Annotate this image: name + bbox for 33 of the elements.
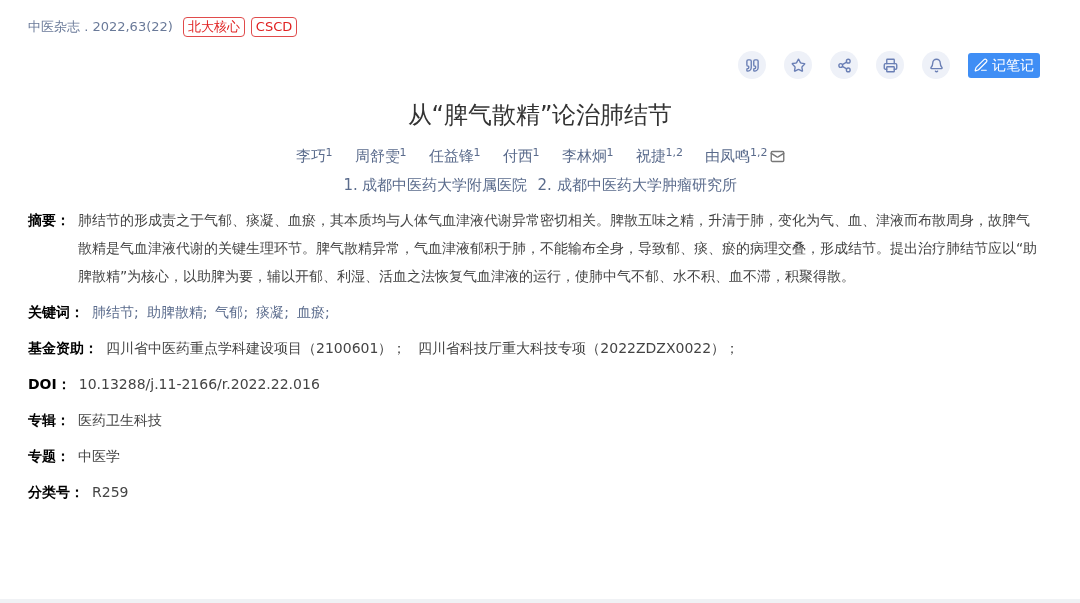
field-label: 基金资助： — [28, 339, 98, 358]
note-button[interactable]: 记笔记 — [968, 52, 1040, 78]
keyword-link[interactable]: 助脾散精; — [146, 298, 208, 326]
field-label: 专辑： — [28, 411, 70, 430]
keyword-link[interactable]: 痰凝; — [256, 298, 289, 326]
journal-info: 中医杂志 . 2022,63(22) — [28, 18, 173, 37]
field-label: 关键词： — [28, 303, 84, 322]
author-link[interactable]: 付西$^{1}$ — [502, 145, 540, 168]
index-tag: 北大核心 — [182, 17, 245, 37]
field-value: 医药卫生科技 — [78, 411, 162, 430]
fund-link[interactable]: 四川省中医药重点学科建设项目（2100601）； — [106, 334, 407, 362]
keyword-link[interactable]: 血瘀; — [296, 298, 330, 326]
field-label: 专题： — [28, 447, 70, 466]
affiliation-link[interactable]: 1. 成都中医药大学附属医院 — [343, 173, 528, 196]
affiliation-link[interactable]: 2. 成都中医药大学肿瘤研究所 — [537, 173, 737, 196]
field-label: 摘要： — [28, 211, 70, 230]
author-link[interactable]: 李林炯$^{1}$ — [561, 145, 614, 168]
field-value: 中医学 — [78, 447, 120, 466]
author-link[interactable]: 由凤鸣$^{1,2}$ — [705, 145, 768, 168]
fund-link[interactable]: 四川省科技厅重大科技专项（2022ZDZX0022）； — [418, 334, 740, 362]
abstract-text: 肺结节的形成责之于气郁、痰凝、血瘀，其本质均与人体气血津液代谢异常密切相关。脾散五味之精，升清于肺，变化为气、血、津液而布散周身，故脾气散精是气血津液代谢的关键生理环节。脾气散精异常，气血津液郁积于肺，不能输布全身，导致郁、痰、瘀的病理交叠，形成结节。提出治疗肺结节应以“助脾散精”为核心，以助脾为要，辅以开郁、利湿、活血之法恢复气血津液的运行，使肺中气不郁、水不积、血不滞，积聚得散。 — [78, 211, 1039, 286]
keyword-link[interactable]: 肺结节; — [92, 298, 139, 326]
author-link[interactable]: 周舒雯$^{1}$ — [354, 145, 407, 168]
author-link[interactable]: 李巧$^{1}$ — [295, 145, 333, 168]
index-tag: CSCD — [250, 17, 298, 37]
author-link[interactable]: 祝捷$^{1,2}$ — [635, 145, 683, 168]
field-label: DOI： — [28, 375, 71, 394]
article-title: 从“脾气散精”论治肺结节 — [406, 100, 674, 131]
field-label: 分类号： — [28, 483, 84, 502]
field-value: R259 — [92, 483, 129, 502]
author-link[interactable]: 任益锋$^{1}$ — [428, 145, 481, 168]
field-value: 10.13288/j.11-2166/r.2022.22.016 — [78, 375, 320, 394]
keyword-link[interactable]: 气郁; — [215, 298, 249, 326]
